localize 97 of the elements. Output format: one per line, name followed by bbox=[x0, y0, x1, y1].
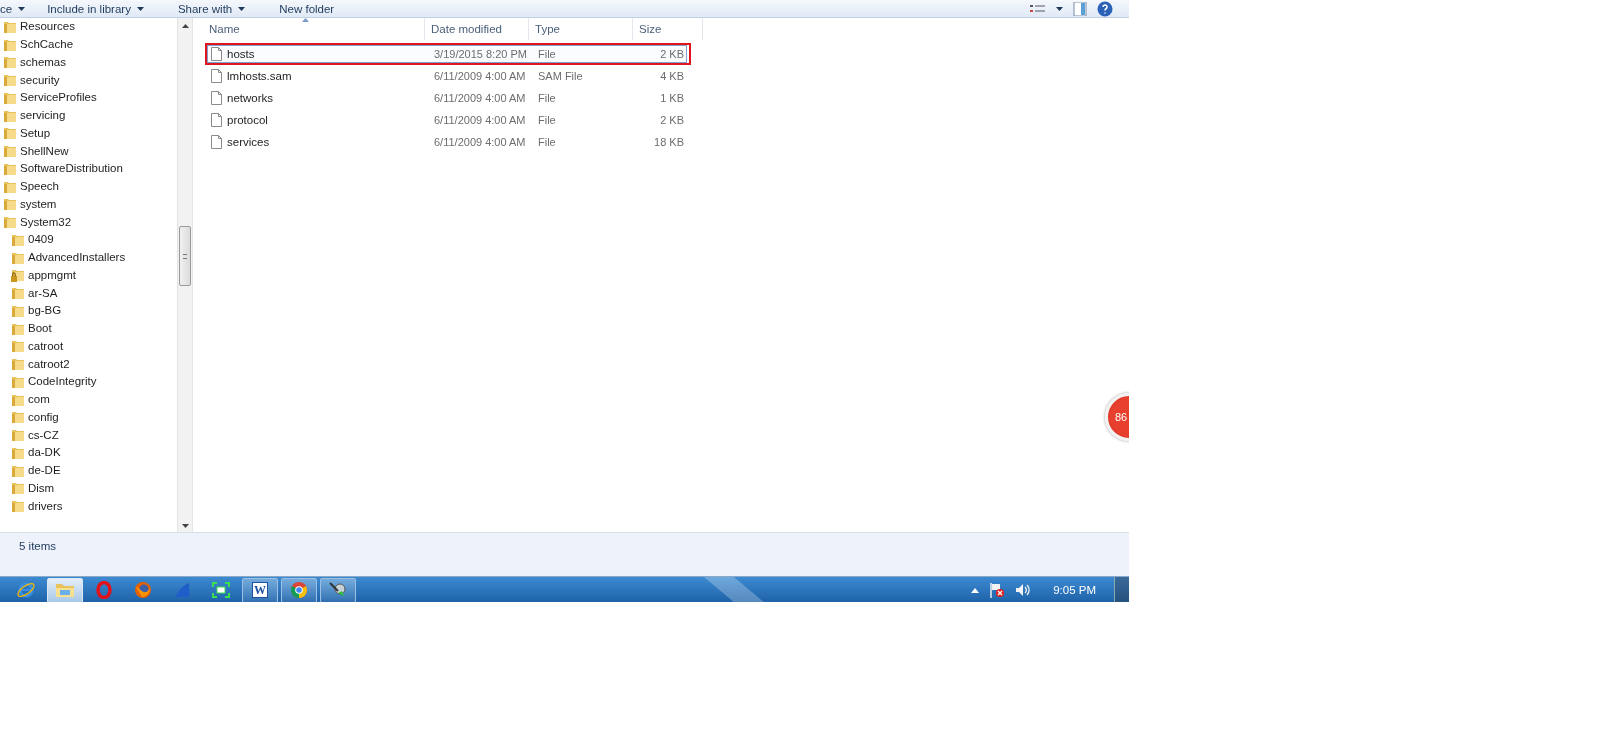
taskbar-button[interactable]: W bbox=[242, 577, 278, 602]
file-icon bbox=[211, 47, 222, 61]
globe-orbit-icon bbox=[16, 581, 36, 599]
folder-label[interactable]: da-DK bbox=[28, 445, 61, 461]
folder-label[interactable]: catroot bbox=[28, 338, 64, 354]
clock[interactable]: 9:05 PM bbox=[1053, 584, 1096, 596]
folder-label[interactable]: config bbox=[28, 409, 59, 425]
taskbar-button[interactable] bbox=[281, 577, 317, 602]
file-row[interactable]: networks 6/11/2009 4:00 AM File 1 KB bbox=[207, 89, 687, 107]
show-desktop-button[interactable] bbox=[1114, 577, 1129, 602]
scrollbar-thumb[interactable] bbox=[179, 226, 191, 286]
type-cell-text: File bbox=[537, 48, 557, 60]
folder-label[interactable]: Speech bbox=[20, 179, 59, 195]
file-name: services bbox=[227, 136, 270, 148]
folder-label[interactable]: Resources bbox=[20, 19, 75, 35]
notification-badge[interactable]: 86 bbox=[1105, 393, 1129, 441]
folder-label[interactable]: SoftwareDistribution bbox=[20, 161, 123, 177]
type-cell-text: File bbox=[537, 92, 557, 104]
date-cell-text: 6/11/2009 4:00 AM bbox=[433, 70, 527, 82]
file-name: networks bbox=[227, 92, 274, 104]
folder-label[interactable]: Boot bbox=[28, 321, 52, 337]
folder-label[interactable]: CodeIntegrity bbox=[28, 374, 97, 390]
sort-arrow-icon bbox=[302, 18, 310, 22]
speaker-icon[interactable] bbox=[1015, 583, 1032, 597]
file-icon bbox=[211, 91, 222, 105]
folder-label[interactable]: SchCache bbox=[20, 37, 74, 53]
type-cell-text: File bbox=[537, 114, 557, 126]
file-name: protocol bbox=[227, 114, 268, 126]
folder-label[interactable]: System32 bbox=[20, 214, 72, 230]
toolbar-button[interactable]: Share with bbox=[169, 1, 254, 16]
help-icon[interactable] bbox=[1097, 0, 1113, 17]
folder-label[interactable]: ar-SA bbox=[28, 285, 58, 301]
view-options-icon[interactable] bbox=[1030, 3, 1046, 14]
scroll-up-icon[interactable] bbox=[181, 24, 189, 28]
toolbar-button[interactable]: Include in library bbox=[39, 1, 152, 16]
folder-label[interactable]: ServiceProfiles bbox=[20, 90, 97, 106]
ring-icon bbox=[96, 581, 112, 599]
file-row[interactable]: hosts 3/19/2015 8:20 PM File 2 KB bbox=[207, 45, 687, 63]
folder-label[interactable]: security bbox=[20, 72, 60, 88]
column-header[interactable]: Type bbox=[529, 18, 633, 40]
date-cell-text: 6/11/2009 4:00 AM bbox=[433, 92, 527, 104]
scrollbar[interactable] bbox=[177, 18, 192, 532]
date-cell-text: 6/11/2009 4:00 AM bbox=[433, 114, 527, 126]
size-cell-text: 2 KB bbox=[659, 114, 685, 126]
folder-label[interactable]: schemas bbox=[20, 54, 67, 70]
folder-label[interactable]: drivers bbox=[28, 498, 63, 514]
satellite-icon bbox=[328, 581, 348, 599]
fin-icon bbox=[174, 582, 190, 598]
size-cell-text: 4 KB bbox=[659, 70, 685, 82]
folder-label[interactable]: Setup bbox=[20, 125, 51, 141]
file-row[interactable]: services 6/11/2009 4:00 AM File 18 KB bbox=[207, 133, 687, 151]
folder-icon bbox=[55, 582, 75, 598]
column-header[interactable]: Size bbox=[633, 18, 703, 40]
size-cell-text: 18 KB bbox=[653, 136, 685, 148]
folder-label[interactable]: appmgmt bbox=[28, 267, 76, 283]
type-cell-text: File bbox=[537, 136, 557, 148]
folder-label[interactable]: 0409 bbox=[28, 232, 54, 248]
date-cell-text: 3/19/2015 8:20 PM bbox=[433, 48, 528, 60]
taskbar-button[interactable] bbox=[320, 577, 356, 602]
file-icon bbox=[211, 69, 222, 83]
file-name: hosts bbox=[227, 48, 255, 60]
column-header[interactable]: Date modified bbox=[425, 18, 529, 40]
caret-icon bbox=[136, 6, 144, 11]
wheel-icon bbox=[290, 581, 308, 599]
folder-label[interactable]: ShellNew bbox=[20, 143, 69, 159]
folder-label[interactable]: Dism bbox=[28, 480, 55, 496]
file-row[interactable]: lmhosts.sam 6/11/2009 4:00 AM SAM File 4 KB bbox=[207, 67, 687, 85]
show-hidden-icons-icon[interactable] bbox=[971, 587, 980, 593]
caret-icon bbox=[238, 6, 246, 11]
toolbar-button[interactable]: ce bbox=[0, 1, 34, 16]
type-cell-text: SAM File bbox=[537, 70, 584, 82]
caret-icon bbox=[18, 6, 26, 11]
item-count: 5 items bbox=[19, 540, 57, 552]
folder-label[interactable]: AdvancedInstallers bbox=[28, 250, 126, 266]
size-cell-text: 2 KB bbox=[659, 48, 685, 60]
file-icon bbox=[211, 135, 222, 149]
file-name: lmhosts.sam bbox=[227, 70, 292, 82]
flag-icon[interactable] bbox=[989, 582, 1006, 598]
date-cell-text: 6/11/2009 4:00 AM bbox=[433, 136, 527, 148]
file-icon bbox=[211, 113, 222, 127]
file-row[interactable]: protocol 6/11/2009 4:00 AM File 2 KB bbox=[207, 111, 687, 129]
caret-icon[interactable] bbox=[1056, 6, 1063, 11]
column-header[interactable]: Name bbox=[203, 18, 425, 40]
scroll-down-icon[interactable] bbox=[181, 524, 189, 528]
toolbar-button[interactable]: New folder bbox=[271, 1, 343, 16]
document-icon: W bbox=[252, 582, 268, 598]
folder-label[interactable]: bg-BG bbox=[28, 303, 62, 319]
folder-label[interactable]: de-DE bbox=[28, 463, 61, 479]
folder-label[interactable]: system bbox=[20, 196, 57, 212]
size-cell-text: 1 KB bbox=[659, 92, 685, 104]
folder-label[interactable]: cs-CZ bbox=[28, 427, 59, 443]
frame-icon bbox=[212, 582, 230, 598]
globe-icon bbox=[134, 581, 152, 599]
folder-label[interactable]: catroot2 bbox=[28, 356, 70, 372]
folder-label[interactable]: com bbox=[28, 392, 50, 408]
folder-label[interactable]: servicing bbox=[20, 108, 66, 124]
preview-pane-icon[interactable] bbox=[1073, 1, 1087, 16]
